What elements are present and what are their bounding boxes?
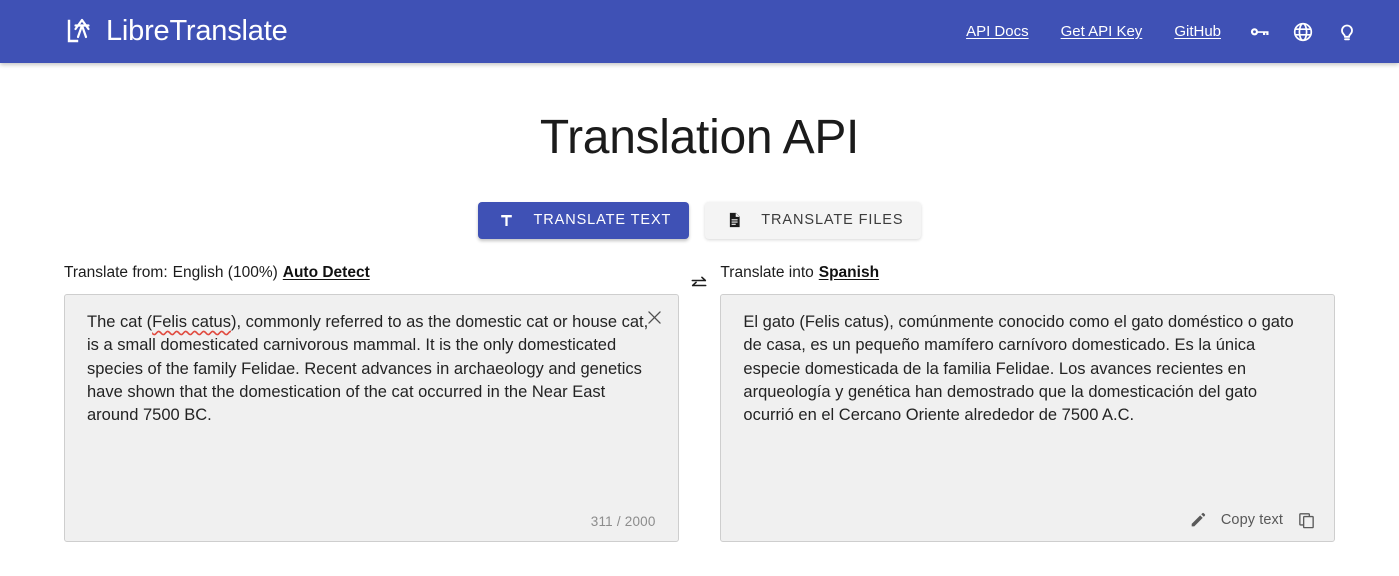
source-language-row: Translate from: English (100%) Auto Dete… xyxy=(64,264,679,288)
header-nav: API Docs Get API Key GitHub xyxy=(950,20,1369,44)
page-title: Translation API xyxy=(0,112,1399,165)
text-format-icon xyxy=(496,212,518,229)
target-language-label: Translate into xyxy=(720,264,813,282)
mode-tabs: TRANSLATE TEXT TRANSLATE FILES xyxy=(0,202,1399,239)
output-actions: Copy text xyxy=(1189,511,1316,530)
tab-translate-files-label: TRANSLATE FILES xyxy=(761,212,903,228)
source-detected-language: English (100%) xyxy=(173,264,278,282)
target-column: Translate into Spanish El gato (Felis ca… xyxy=(720,264,1335,542)
translation-panel: Translate from: English (100%) Auto Dete… xyxy=(0,264,1399,542)
tab-translate-text-label: TRANSLATE TEXT xyxy=(534,212,672,228)
target-language-row: Translate into Spanish xyxy=(720,264,1335,288)
nav-link-github[interactable]: GitHub xyxy=(1158,23,1237,40)
source-text-before: The cat ( xyxy=(87,313,152,331)
tab-translate-files[interactable]: TRANSLATE FILES xyxy=(705,202,921,239)
source-language-label: Translate from: xyxy=(64,264,168,282)
swap-horizontal-icon[interactable] xyxy=(686,272,712,294)
source-language-select[interactable]: Auto Detect xyxy=(283,264,370,282)
target-text: El gato (Felis catus), comúnmente conoci… xyxy=(743,311,1312,428)
character-counter: 311 / 2000 xyxy=(591,514,656,529)
source-textbox[interactable]: The cat (Felis catus), commonly referred… xyxy=(64,294,679,542)
key-icon[interactable] xyxy=(1237,20,1281,44)
pencil-icon[interactable] xyxy=(1189,511,1207,529)
target-language-select[interactable]: Spanish xyxy=(819,264,879,282)
close-icon[interactable] xyxy=(644,307,666,329)
copy-text-label[interactable]: Copy text xyxy=(1221,512,1283,528)
source-text-misspelled: Felis catus xyxy=(152,313,231,331)
target-textbox[interactable]: El gato (Felis catus), comúnmente conoci… xyxy=(720,294,1335,542)
nav-link-get-api-key[interactable]: Get API Key xyxy=(1045,23,1159,40)
page-body: Translation API TRANSLATE TEXT TRAN xyxy=(0,112,1399,542)
swap-column xyxy=(679,264,721,294)
source-column: Translate from: English (100%) Auto Dete… xyxy=(64,264,679,542)
app-header: LibreTranslate API Docs Get API Key GitH… xyxy=(0,0,1399,63)
copy-icon[interactable] xyxy=(1297,511,1316,530)
brand-home-link[interactable]: LibreTranslate xyxy=(64,16,288,48)
lightbulb-icon[interactable] xyxy=(1325,20,1369,44)
libretranslate-logo-icon xyxy=(64,16,96,48)
file-document-icon xyxy=(723,211,745,229)
tab-translate-text[interactable]: TRANSLATE TEXT xyxy=(478,202,690,239)
globe-icon[interactable] xyxy=(1281,20,1325,44)
source-text[interactable]: The cat (Felis catus), commonly referred… xyxy=(87,311,656,428)
brand-name: LibreTranslate xyxy=(106,17,288,46)
nav-link-api-docs[interactable]: API Docs xyxy=(950,23,1045,40)
